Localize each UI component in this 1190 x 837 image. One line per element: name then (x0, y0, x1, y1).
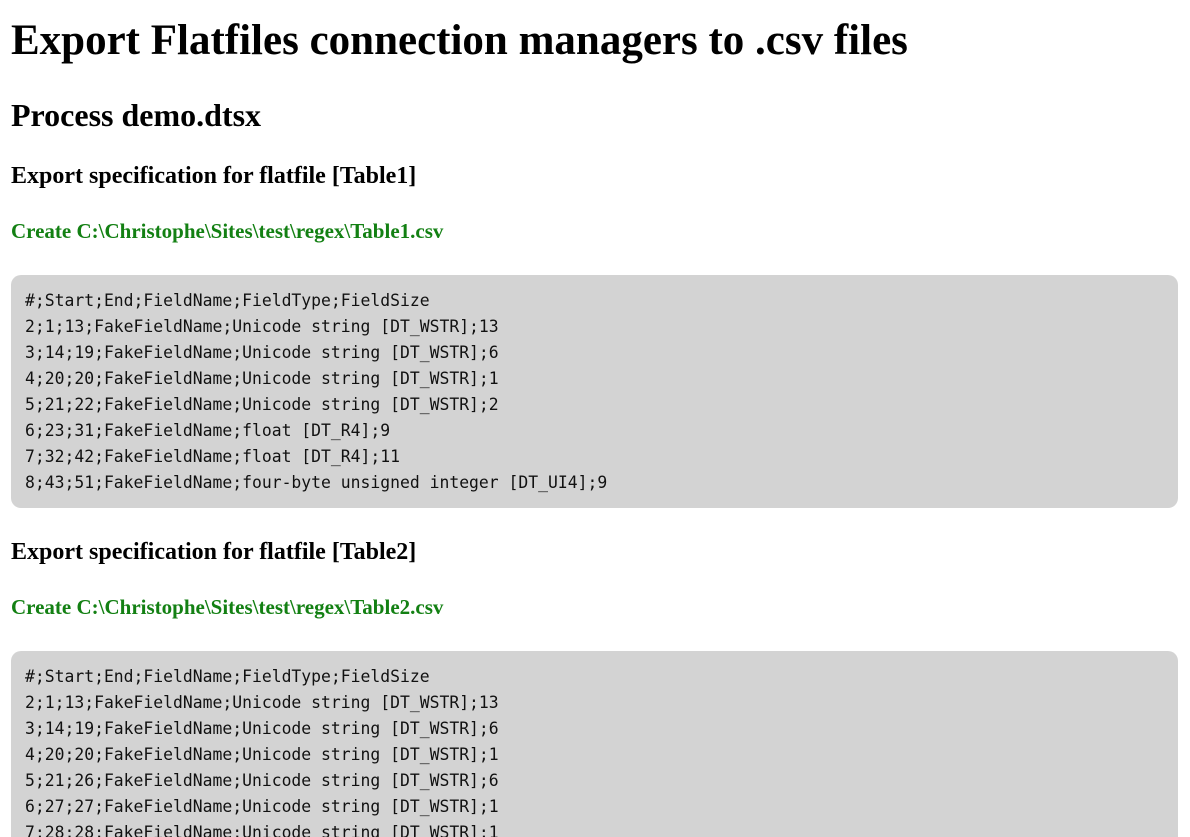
code-line: 5;21;26;FakeFieldName;Unicode string [DT… (25, 771, 499, 790)
page-title: Export Flatfiles connection managers to … (11, 17, 908, 64)
export-section-table2: Export specification for flatfile [Table… (11, 538, 1178, 837)
export-section-table1: Export specification for flatfile [Table… (11, 162, 1178, 508)
code-line: #;Start;End;FieldName;FieldType;FieldSiz… (25, 291, 430, 310)
code-line: 2;1;13;FakeFieldName;Unicode string [DT_… (25, 317, 499, 336)
code-line: 2;1;13;FakeFieldName;Unicode string [DT_… (25, 693, 499, 712)
code-line: 3;14;19;FakeFieldName;Unicode string [DT… (25, 719, 499, 738)
code-line: 7;32;42;FakeFieldName;float [DT_R4];11 (25, 447, 400, 466)
code-line: 6;23;31;FakeFieldName;float [DT_R4];9 (25, 421, 391, 440)
code-line: 4;20;20;FakeFieldName;Unicode string [DT… (25, 745, 499, 764)
section-heading: Export specification for flatfile [Table… (11, 163, 417, 189)
code-line: 3;14;19;FakeFieldName;Unicode string [DT… (25, 343, 499, 362)
csv-code-block: #;Start;End;FieldName;FieldType;FieldSiz… (11, 651, 1178, 837)
code-line: 4;20;20;FakeFieldName;Unicode string [DT… (25, 369, 499, 388)
code-line: 6;27;27;FakeFieldName;Unicode string [DT… (25, 797, 499, 816)
create-file-message: Create C:\Christophe\Sites\test\regex\Ta… (11, 595, 444, 619)
code-line: #;Start;End;FieldName;FieldType;FieldSiz… (25, 667, 430, 686)
create-file-message: Create C:\Christophe\Sites\test\regex\Ta… (11, 219, 444, 243)
section-heading: Export specification for flatfile [Table… (11, 539, 417, 565)
code-line: 8;43;51;FakeFieldName;four-byte unsigned… (25, 473, 608, 492)
code-line: 5;21;22;FakeFieldName;Unicode string [DT… (25, 395, 499, 414)
csv-code-block: #;Start;End;FieldName;FieldType;FieldSiz… (11, 275, 1178, 508)
code-line: 7;28;28;FakeFieldName;Unicode string [DT… (25, 823, 499, 837)
page-subtitle: Process demo.dtsx (11, 97, 262, 133)
